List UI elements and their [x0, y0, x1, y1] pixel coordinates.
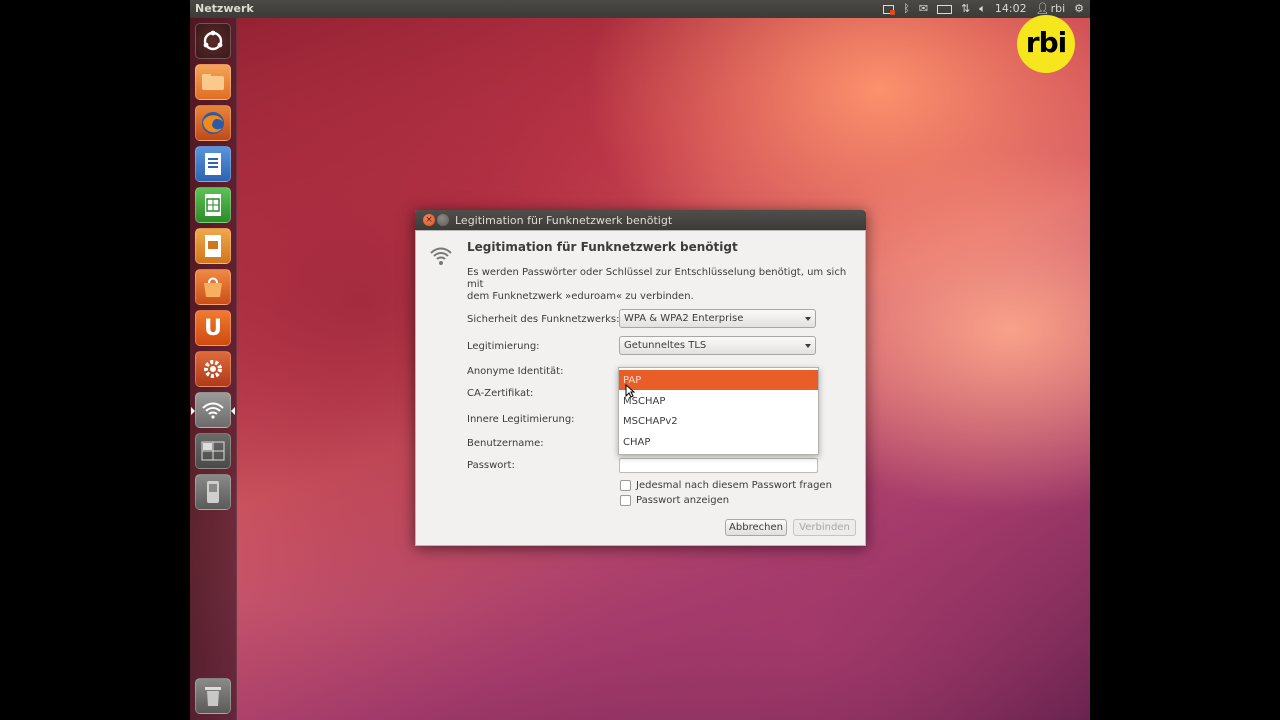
user-name[interactable]: rbi — [1051, 1, 1066, 17]
network-updown-icon[interactable]: ⇅ — [961, 1, 970, 17]
mail-icon[interactable]: ✉ — [919, 1, 928, 17]
logo-text: rbi — [1025, 25, 1067, 59]
dropdown-option[interactable]: MSCHAP — [619, 391, 818, 411]
software-center-icon[interactable] — [195, 269, 231, 305]
auth-combo[interactable]: Getunneltes TLS — [619, 336, 816, 355]
bluetooth-icon[interactable]: ᛒ — [903, 1, 910, 17]
chevron-down-icon — [805, 344, 811, 348]
ca-certificate-label: CA-Zertifikat: — [467, 388, 534, 399]
top-panel: Netzwerk ᛒ ✉ ⇅ 🔈︎ 14:02 👤︎ rbi ⚙ — [190, 0, 1090, 18]
security-label: Sicherheit des Funknetzwerks: — [467, 314, 620, 325]
desktop: Netzwerk ᛒ ✉ ⇅ 🔈︎ 14:02 👤︎ rbi ⚙ U × Leg… — [190, 0, 1090, 720]
inner-auth-dropdown: PAP MSCHAP MSCHAPv2 CHAP — [618, 367, 819, 455]
removable-drive-icon[interactable] — [195, 474, 231, 510]
network-manager-icon[interactable] — [191, 392, 235, 428]
chevron-down-icon — [805, 317, 811, 321]
username-label: Benutzername: — [467, 438, 544, 449]
show-password-label: Passwort anzeigen — [636, 495, 730, 506]
rbi-logo: rbi — [1017, 15, 1075, 73]
firefox-icon[interactable] — [195, 105, 231, 141]
dialog-heading: Legitimation für Funknetzwerk benötigt — [467, 240, 738, 254]
password-field[interactable] — [619, 458, 818, 473]
system-settings-icon[interactable] — [195, 351, 231, 387]
ask-every-time-label: Jedesmal nach diesem Passwort fragen — [636, 480, 832, 491]
description-line-2: dem Funknetzwerk »eduroam« zu verbinden. — [467, 291, 694, 302]
app-title: Netzwerk — [195, 2, 254, 15]
security-value: WPA & WPA2 Enterprise — [624, 313, 744, 324]
close-icon[interactable]: × — [423, 214, 435, 226]
connect-button[interactable]: Verbinden — [793, 519, 856, 536]
mouse-cursor-icon — [625, 384, 635, 398]
wifi-icon — [430, 247, 452, 265]
description-line-1: Es werden Passwörter oder Schlüssel zur … — [467, 267, 847, 290]
writer-icon[interactable] — [195, 146, 231, 182]
battery-icon[interactable] — [937, 4, 953, 14]
dropdown-option[interactable]: MSCHAPv2 — [619, 411, 818, 431]
launcher: U — [190, 18, 237, 720]
minimize-icon[interactable] — [437, 214, 449, 226]
ask-every-time-checkbox[interactable]: Jedesmal nach diesem Passwort fragen — [620, 480, 832, 491]
checkbox-box[interactable] — [620, 480, 631, 491]
home-folder-icon[interactable] — [195, 64, 231, 100]
ubuntu-one-icon[interactable]: U — [195, 310, 231, 346]
anonymous-identity-label: Anonyme Identität: — [467, 366, 564, 377]
dash-home-icon[interactable] — [195, 23, 231, 59]
workspace-switcher-icon[interactable] — [195, 433, 231, 469]
cancel-button[interactable]: Abbrechen — [725, 519, 787, 536]
calc-icon[interactable] — [195, 187, 231, 223]
active-indicator — [191, 407, 195, 415]
auth-value: Getunneltes TLS — [624, 340, 707, 351]
auth-label: Legitimierung: — [467, 341, 540, 352]
dialog-window-title: Legitimation für Funknetzwerk benötigt — [455, 214, 673, 227]
dropdown-option[interactable]: CHAP — [619, 432, 818, 452]
dropdown-option[interactable]: PAP — [619, 370, 818, 390]
gear-icon[interactable]: ⚙ — [1074, 1, 1084, 17]
checkbox-box[interactable] — [620, 495, 631, 506]
indicator-area: ᛒ ✉ ⇅ 🔈︎ 14:02 👤︎ rbi ⚙ — [883, 1, 1084, 17]
security-combo[interactable]: WPA & WPA2 Enterprise — [619, 309, 816, 328]
volume-icon[interactable]: 🔈︎ — [979, 1, 986, 17]
record-icon[interactable] — [883, 4, 896, 15]
focus-indicator — [231, 407, 235, 415]
dialog-titlebar[interactable]: × Legitimation für Funknetzwerk benötigt — [415, 210, 866, 230]
trash-icon[interactable] — [195, 678, 231, 714]
impress-icon[interactable] — [195, 228, 231, 264]
show-password-checkbox[interactable]: Passwort anzeigen — [620, 495, 729, 506]
password-label: Passwort: — [467, 460, 515, 471]
clock[interactable]: 14:02 — [995, 1, 1027, 17]
dialog-description: Es werden Passwörter oder Schlüssel zur … — [467, 267, 847, 303]
inner-auth-label: Innere Legitimierung: — [467, 414, 575, 425]
